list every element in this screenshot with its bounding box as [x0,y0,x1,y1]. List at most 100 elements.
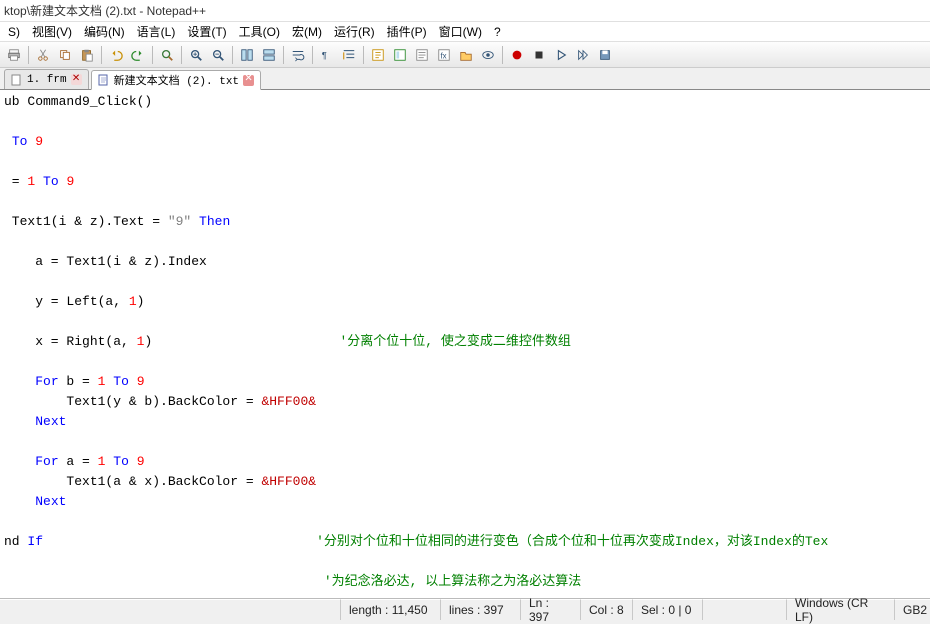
copy-icon[interactable] [55,45,75,65]
allchars-icon[interactable]: ¶ [317,45,337,65]
menu-item[interactable]: 插件(P) [383,23,431,40]
status-column: Col : 8 [580,599,632,620]
menu-item[interactable]: 窗口(W) [435,23,486,40]
menu-item[interactable]: 设置(T) [183,23,230,40]
close-icon[interactable]: ✕ [71,74,82,85]
code-keyword: To [113,374,129,389]
code-keyword: Then [199,214,230,229]
undo-icon[interactable] [106,45,126,65]
print-icon[interactable] [4,45,24,65]
play-multi-icon[interactable] [573,45,593,65]
toolbar-separator [363,46,364,64]
code-number: 9 [35,134,43,149]
code-text: b = [59,374,98,389]
code-text: Command9_Click() [27,94,152,109]
tab-label: 新建文本文档 (2). txt [114,72,239,88]
code-text [4,134,12,149]
code-text [4,494,35,509]
toolbar: ¶ fx [0,42,930,68]
code-keyword: Next [35,494,66,509]
menu-item[interactable]: 语言(L) [133,23,180,40]
folder-workspace-icon[interactable] [456,45,476,65]
status-length: length : 11,450 [340,599,440,620]
code-comment: '为纪念洛必达, 以上算法称之为洛必达算法 [324,574,581,589]
toolbar-separator [28,46,29,64]
status-lines: lines : 397 [440,599,520,620]
code-keyword: Next [35,414,66,429]
file-icon [98,74,110,86]
sync-h-icon[interactable] [259,45,279,65]
code-hex: &HFF00& [261,394,316,409]
code-text: a = [59,454,98,469]
tab-label: 1. frm [27,74,67,86]
doc-map-icon[interactable] [390,45,410,65]
code-number: 9 [66,174,74,189]
code-number: 9 [137,454,145,469]
code-text: x = Right(a, [4,334,137,349]
toolbar-separator [181,46,182,64]
indent-guide-icon[interactable] [339,45,359,65]
tab-bar: 1. frm ✕ 新建文本文档 (2). txt ✕ [0,68,930,90]
code-keyword: To [113,454,129,469]
stop-macro-icon[interactable] [529,45,549,65]
find-icon[interactable] [157,45,177,65]
toolbar-separator [152,46,153,64]
menu-item[interactable]: 编码(N) [80,23,129,40]
redo-icon[interactable] [128,45,148,65]
doc-list-icon[interactable] [412,45,432,65]
status-bar: length : 11,450 lines : 397 Ln : 397 Col… [0,598,930,620]
paste-icon[interactable] [77,45,97,65]
save-macro-icon[interactable] [595,45,615,65]
code-keyword: To [12,134,28,149]
code-editor[interactable]: ub Command9_Click() To 9 = 1 To 9 Text1(… [0,90,930,598]
code-text: Text1(i & z).Text = [4,214,168,229]
code-text [4,454,35,469]
code-text: ) [137,294,145,309]
svg-text:fx: fx [441,51,447,60]
menu-item[interactable]: ? [490,25,505,39]
code-number: 1 [129,294,137,309]
sync-v-icon[interactable] [237,45,257,65]
code-comment: '分别对个位和十位相同的进行变色（合成个位和十位再次变成Index，对该Inde… [316,534,828,549]
func-list-icon[interactable]: fx [434,45,454,65]
code-text [129,454,137,469]
play-macro-icon[interactable] [551,45,571,65]
cut-icon[interactable] [33,45,53,65]
toolbar-separator [101,46,102,64]
tab[interactable]: 1. frm ✕ [4,69,89,89]
toolbar-separator [312,46,313,64]
record-macro-icon[interactable] [507,45,527,65]
code-keyword: To [43,174,59,189]
code-text: ub [4,94,27,109]
menu-item[interactable]: S) [4,25,24,39]
tab-active[interactable]: 新建文本文档 (2). txt ✕ [91,70,261,90]
code-comment: '分离个位十位, 使之变成二维控件数组 [339,334,570,349]
title-bar: ktop\新建文本文档 (2).txt - Notepad++ [0,0,930,22]
code-keyword: For [35,454,58,469]
code-keyword: If [27,534,43,549]
monitor-icon[interactable] [478,45,498,65]
window-title: ktop\新建文本文档 (2).txt - Notepad++ [4,2,206,19]
zoom-in-icon[interactable] [186,45,206,65]
menu-bar: S) 视图(V) 编码(N) 语言(L) 设置(T) 工具(O) 宏(M) 运行… [0,22,930,42]
udl-icon[interactable] [368,45,388,65]
menu-item[interactable]: 视图(V) [28,23,76,40]
code-string: "9" [168,214,191,229]
code-text: a = Text1(i & z).Index [4,254,207,269]
svg-text:¶: ¶ [322,50,327,61]
code-text: Text1(a & x).BackColor = [4,474,261,489]
menu-item[interactable]: 工具(O) [235,23,284,40]
toolbar-separator [502,46,503,64]
menu-item[interactable]: 运行(R) [330,23,379,40]
code-hex: &HFF00& [261,474,316,489]
code-number: 9 [137,374,145,389]
wordwrap-icon[interactable] [288,45,308,65]
code-text: Text1(y & b).BackColor = [4,394,261,409]
code-text [191,214,199,229]
menu-item[interactable]: 宏(M) [288,23,326,40]
code-text [129,374,137,389]
code-text: nd [4,534,27,549]
toolbar-separator [232,46,233,64]
zoom-out-icon[interactable] [208,45,228,65]
close-icon[interactable]: ✕ [243,75,254,86]
